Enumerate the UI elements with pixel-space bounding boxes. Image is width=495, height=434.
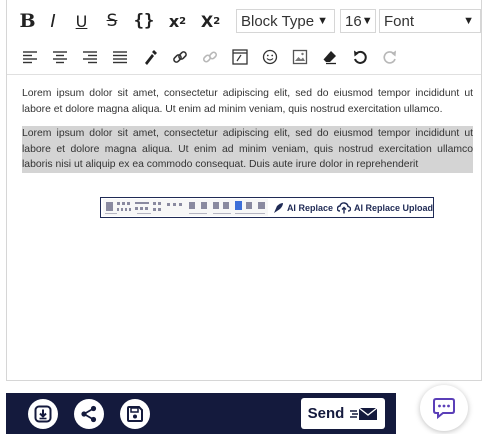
selected-paragraph: Lorem ipsum dolor sit amet, consectetur … [22,126,473,173]
italic-button[interactable]: I [40,8,66,34]
bold-button[interactable]: B [15,8,40,34]
superscript-label: x [168,11,180,31]
emoji-icon[interactable] [255,45,285,69]
chat-icon [433,398,455,420]
ai-replace-button[interactable]: AI Replace [272,202,333,214]
strikethrough-button[interactable]: S [97,8,127,34]
code-button[interactable]: {} [127,8,161,34]
download-icon [34,405,52,423]
toolbar-divider [7,74,481,75]
font-family-select[interactable]: Font ▼ [379,9,481,33]
share-icon [81,405,97,423]
eraser-icon[interactable] [315,45,345,69]
pen-nib-icon [273,202,283,213]
block-type-select[interactable]: Block Type ▼ [236,9,335,33]
download-button[interactable] [28,399,58,429]
font-size-value: 16 [345,12,362,30]
subscript-mark: 2 [213,15,221,27]
unlink-icon[interactable] [195,45,225,69]
send-mail-icon [350,406,378,420]
align-center-icon[interactable] [45,45,75,69]
align-justify-icon[interactable] [105,45,135,69]
embedded-ai-toolbar[interactable]: AI Replace AI Replace Upload [100,197,434,218]
subscript-button[interactable]: X2 [194,8,227,34]
font-family-value: Font [384,12,415,30]
superscript-button[interactable]: x2 [161,8,194,34]
ai-replace-upload-label: AI Replace Upload [353,202,433,213]
redo-icon[interactable] [375,45,405,69]
chevron-down-icon: ▼ [317,15,328,27]
chevron-down-icon: ▼ [463,15,474,27]
save-button[interactable] [120,399,150,429]
share-button[interactable] [74,399,104,429]
toolbar-thumbnail [103,199,268,216]
send-button[interactable]: Send [301,398,385,429]
cloud-upload-icon [336,201,351,213]
align-left-icon[interactable] [15,45,45,69]
ai-replace-label: AI Replace [286,202,333,213]
link-icon[interactable] [165,45,195,69]
underline-button[interactable]: U [66,8,97,34]
ai-replace-upload-button[interactable]: AI Replace Upload [336,201,433,214]
embed-icon[interactable] [225,45,255,69]
editor-frame: B I U S {} x2 X2 Block Type ▼ 16 ▼ Font … [6,0,482,381]
chat-button[interactable] [420,385,468,431]
block-type-value: Block Type [241,12,315,30]
paragraph: Lorem ipsum dolor sit amet, consectetur … [22,88,473,115]
color-picker-icon[interactable] [135,45,165,69]
send-label: Send [307,405,345,422]
undo-icon[interactable] [345,45,375,69]
align-right-icon[interactable] [75,45,105,69]
editor-content[interactable]: Lorem ipsum dolor sit amet, consectetur … [22,86,473,173]
formatting-toolbar: B I U S {} x2 X2 [15,4,227,38]
insert-toolbar [15,44,405,70]
subscript-label: X [200,11,214,31]
font-size-select[interactable]: 16 ▼ [340,9,376,33]
superscript-mark: 2 [179,15,187,27]
strikethrough-label: S [106,11,118,31]
save-icon [127,406,143,422]
chevron-down-icon: ▼ [361,15,373,27]
image-icon[interactable] [285,45,315,69]
